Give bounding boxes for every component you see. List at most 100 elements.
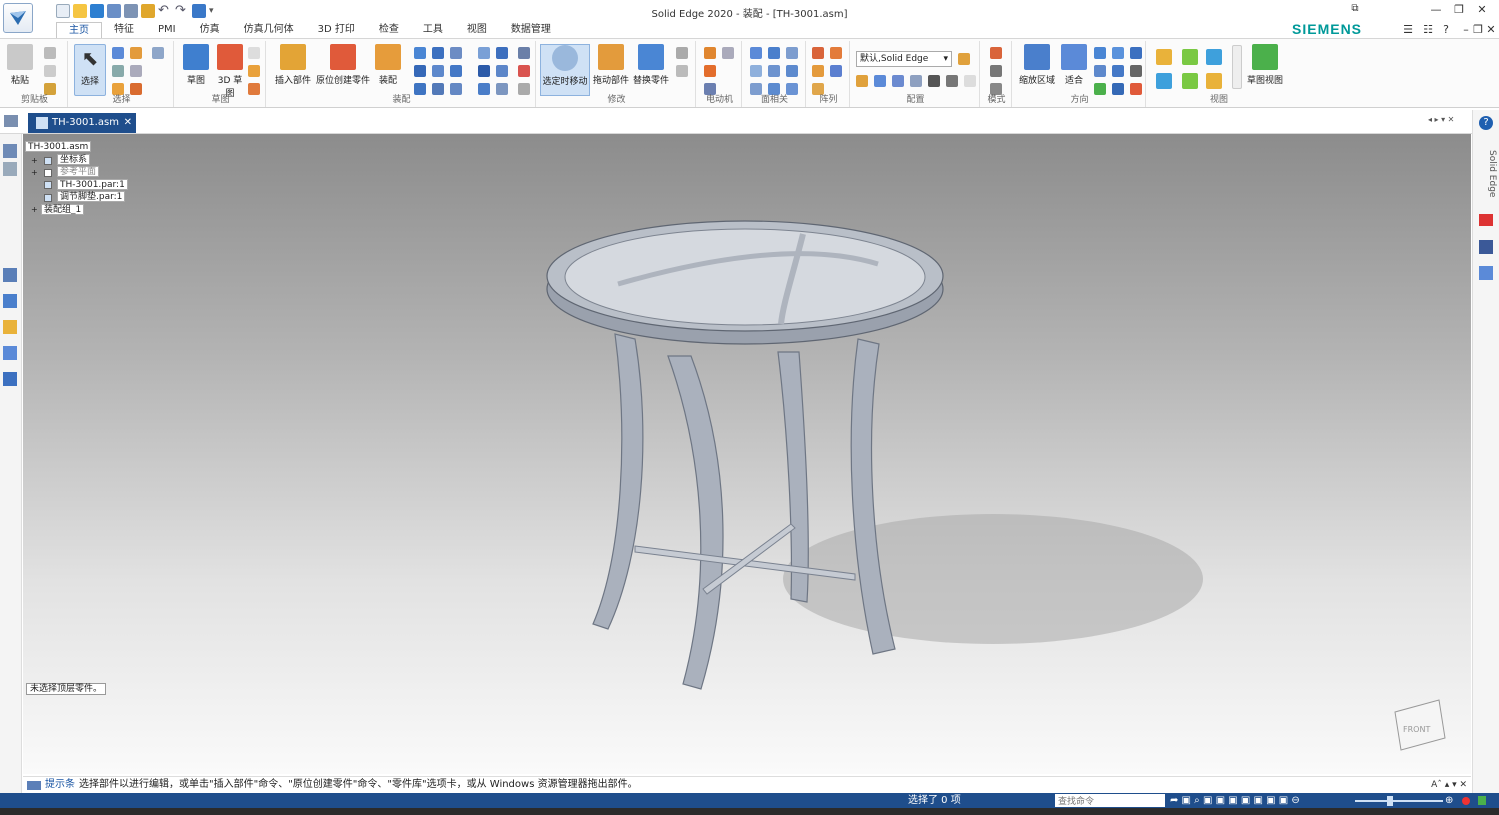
tree-node-part-foot-pad[interactable]: 调节脚垫.par:1 bbox=[57, 191, 126, 202]
rigid-icon[interactable] bbox=[518, 65, 530, 77]
tab-home[interactable]: 主页 bbox=[56, 22, 102, 38]
modify-option-icon[interactable] bbox=[676, 47, 688, 59]
record-icon[interactable] bbox=[1462, 797, 1470, 805]
distance-icon[interactable] bbox=[496, 47, 508, 59]
minimize-button[interactable]: — bbox=[1428, 3, 1444, 17]
tab-simulation[interactable]: 仿真 bbox=[188, 22, 232, 38]
drag-component-button[interactable]: 拖动部件 bbox=[592, 44, 630, 86]
previous-view-icon[interactable] bbox=[1094, 65, 1106, 77]
view-bottom-icon[interactable] bbox=[1206, 73, 1222, 89]
parallel-icon[interactable] bbox=[478, 47, 490, 59]
tab-data-management[interactable]: 数据管理 bbox=[499, 22, 563, 38]
help-icon[interactable]: ? bbox=[1438, 23, 1454, 37]
pattern-icon[interactable] bbox=[812, 47, 824, 59]
config-more-icon[interactable] bbox=[964, 75, 976, 87]
gear-relation-icon[interactable] bbox=[478, 65, 490, 77]
help-circle-icon[interactable]: ? bbox=[1479, 116, 1493, 130]
motor-icon[interactable] bbox=[704, 47, 716, 59]
tab-view[interactable]: 视图 bbox=[455, 22, 499, 38]
tree-node-root[interactable]: TH-3001.asm bbox=[25, 141, 92, 152]
mate-icon[interactable] bbox=[414, 47, 426, 59]
table-model[interactable]: FRONT bbox=[23, 134, 1471, 774]
assemble-button[interactable]: 装配 bbox=[372, 44, 404, 86]
expand-icon[interactable]: + bbox=[31, 205, 38, 214]
facebook-icon[interactable] bbox=[1479, 240, 1493, 254]
layout-icon[interactable]: ☷ bbox=[1420, 23, 1436, 37]
face-align-icon[interactable] bbox=[750, 65, 762, 77]
zoom-slider[interactable] bbox=[1355, 800, 1443, 802]
close-button[interactable]: ✕ bbox=[1474, 3, 1490, 17]
sketch-3d-button[interactable]: 3D 草图 bbox=[216, 44, 244, 99]
look-at-icon[interactable] bbox=[1130, 65, 1142, 77]
move-when-selected-button[interactable]: 选定时移动 bbox=[540, 44, 590, 96]
checkbox[interactable] bbox=[44, 169, 52, 177]
grid-icon[interactable] bbox=[518, 47, 530, 59]
layout-grid-icon[interactable] bbox=[990, 47, 1002, 59]
tab-pmi[interactable]: PMI bbox=[146, 22, 188, 38]
pattern-select-icon[interactable] bbox=[130, 65, 142, 77]
sketch-tool-icon[interactable] bbox=[248, 47, 260, 59]
pan-icon[interactable] bbox=[1112, 47, 1124, 59]
face-rotate-icon[interactable] bbox=[768, 47, 780, 59]
tree-toggle-icon[interactable] bbox=[4, 115, 18, 127]
box-select-icon[interactable] bbox=[112, 65, 124, 77]
connect-icon[interactable] bbox=[450, 65, 462, 77]
spin-icon[interactable] bbox=[1112, 65, 1124, 77]
hide-icon[interactable] bbox=[892, 75, 904, 87]
zoom-area-button[interactable]: 缩放区域 bbox=[1016, 44, 1058, 86]
rotate-icon[interactable] bbox=[1130, 47, 1142, 59]
view-top-icon[interactable] bbox=[1182, 49, 1198, 65]
config-save-icon[interactable] bbox=[958, 53, 970, 65]
select-tools-icon[interactable] bbox=[130, 47, 142, 59]
cut-icon[interactable] bbox=[44, 47, 56, 59]
view-iso-icon[interactable] bbox=[1156, 49, 1172, 65]
youtube-icon[interactable] bbox=[1479, 214, 1493, 226]
checkbox[interactable] bbox=[44, 194, 52, 202]
copy-icon[interactable] bbox=[44, 65, 56, 77]
close-tab-icon[interactable]: ✕ bbox=[124, 113, 132, 133]
help-pane-icon[interactable] bbox=[3, 294, 17, 308]
align-icon[interactable] bbox=[432, 47, 444, 59]
simulate-motor-icon[interactable] bbox=[704, 65, 716, 77]
face-select-icon[interactable] bbox=[768, 65, 780, 77]
face-move-icon[interactable] bbox=[750, 47, 762, 59]
restore-panel-icon[interactable]: ⧉ bbox=[1347, 3, 1363, 17]
tab-inspect[interactable]: 检查 bbox=[367, 22, 411, 38]
tree-node-reference-planes[interactable]: 参考平面 bbox=[57, 166, 100, 177]
sketch-button[interactable]: 草图 bbox=[180, 44, 212, 86]
view-right-icon[interactable] bbox=[1206, 49, 1222, 65]
cam-icon[interactable] bbox=[496, 65, 508, 77]
along-curve-icon[interactable] bbox=[830, 65, 842, 77]
insert-icon[interactable] bbox=[450, 47, 462, 59]
fit-button[interactable]: 适合 bbox=[1058, 44, 1090, 86]
community-icon[interactable] bbox=[1479, 266, 1493, 280]
sketch-view-button[interactable]: 草图视图 bbox=[1244, 44, 1286, 86]
layers-icon[interactable] bbox=[3, 162, 17, 176]
motor-settings-icon[interactable] bbox=[722, 47, 734, 59]
prompt-controls-icon[interactable]: Aˆ ▴ ▾ ✕ bbox=[1431, 777, 1467, 793]
ribbon-options-icon[interactable]: ☰ bbox=[1400, 23, 1416, 37]
face-relate-icon[interactable] bbox=[786, 65, 798, 77]
maximize-button[interactable]: ❐ bbox=[1451, 3, 1467, 17]
sketch-line-icon[interactable] bbox=[248, 65, 260, 77]
duplicate-icon[interactable] bbox=[812, 65, 824, 77]
transfer-icon[interactable] bbox=[676, 65, 688, 77]
app-menu-button[interactable] bbox=[3, 3, 33, 33]
replace-part-button[interactable]: 替换零件 bbox=[632, 44, 670, 86]
create-in-place-button[interactable]: 原位创建零件 bbox=[314, 44, 372, 86]
tab-features[interactable]: 特征 bbox=[102, 22, 146, 38]
face-offset-icon[interactable] bbox=[786, 47, 798, 59]
zoom-icon[interactable] bbox=[1094, 47, 1106, 59]
path-finder-icon[interactable] bbox=[3, 144, 17, 158]
expand-icon[interactable]: + bbox=[31, 156, 38, 165]
pen-style-icon[interactable] bbox=[990, 65, 1002, 77]
show-icon[interactable] bbox=[910, 75, 922, 87]
axial-icon[interactable] bbox=[432, 65, 444, 77]
tree-node-part-th3001[interactable]: TH-3001.par:1 bbox=[57, 179, 128, 190]
mirror-icon[interactable] bbox=[830, 47, 842, 59]
command-search-input[interactable] bbox=[1055, 794, 1165, 807]
appearance-icon[interactable] bbox=[3, 320, 17, 334]
paste-button[interactable]: 粘贴 bbox=[6, 44, 34, 86]
tab-nav-icon[interactable]: ◂ ▸ ▾ ✕ bbox=[1428, 115, 1454, 124]
tree-node-assembly-group[interactable]: 装配组_1 bbox=[41, 204, 85, 215]
